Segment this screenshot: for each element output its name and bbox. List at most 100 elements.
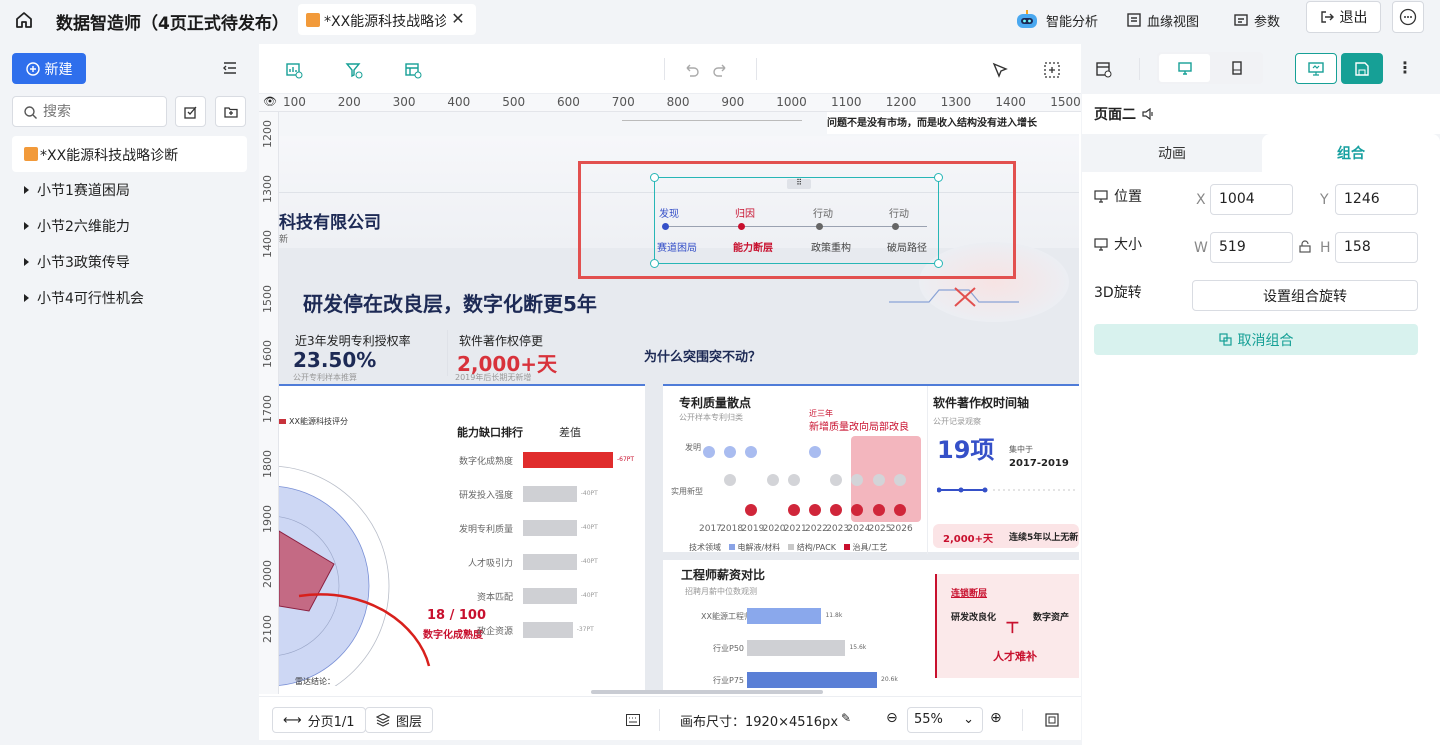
tab-group[interactable]: 组合 (1262, 134, 1440, 172)
software-concentrated: 集中于 (1009, 445, 1033, 454)
expand-arrow-icon[interactable] (24, 222, 29, 230)
tab-label: 组合 (1337, 146, 1365, 162)
kpi1-sub: 公开专利样本推算 (293, 373, 357, 382)
resize-handle[interactable] (650, 173, 659, 182)
keyboard-icon[interactable] (626, 714, 640, 726)
toolbar-divider (756, 58, 757, 80)
y-input[interactable]: 1246 (1335, 184, 1418, 215)
lock-ratio-icon[interactable] (1299, 240, 1311, 253)
x-label: X (1196, 192, 1206, 208)
expand-arrow-icon[interactable] (24, 258, 29, 266)
year-tick: 2026 (889, 524, 913, 534)
undo-icon[interactable] (682, 61, 700, 79)
document-tab[interactable]: *XX能源科技战略诊断 ✕ (298, 4, 476, 35)
save-button[interactable] (1341, 53, 1383, 84)
pagination-button[interactable]: ⟷ 分页1/1 (272, 707, 366, 733)
lineage-label: 血缘视图 (1147, 14, 1200, 30)
logout-button[interactable]: 退出 (1306, 1, 1381, 33)
expand-arrow-icon[interactable] (24, 294, 29, 302)
collapse-sidebar-icon[interactable] (222, 60, 238, 76)
decor-cross-icon (889, 287, 1019, 307)
banner-text: 连续5年以上无新 (1009, 533, 1079, 543)
lineage-button[interactable]: 血缘视图 (1127, 8, 1199, 32)
tab-animation[interactable]: 动画 (1082, 134, 1262, 172)
expand-arrow-icon[interactable] (24, 186, 29, 194)
gap-title: 能力缺口排行 (457, 426, 523, 439)
set-rotation-button[interactable]: 设置组合旋转 (1192, 280, 1418, 311)
more-menu-button[interactable] (1392, 1, 1424, 33)
scatter-point (745, 446, 758, 458)
add-filter-icon[interactable] (345, 61, 363, 79)
canvas-scrollbar[interactable] (591, 690, 823, 694)
patent-sub: 公开样本专利归类 (679, 413, 743, 422)
toolbar-divider (1139, 58, 1140, 80)
zoom-out-icon[interactable]: ⊖ (886, 710, 898, 726)
speaker-icon[interactable] (1142, 108, 1156, 120)
new-button[interactable]: 新建 (12, 53, 86, 84)
close-tab-icon[interactable]: ✕ (448, 9, 468, 29)
resize-handle[interactable] (934, 173, 943, 182)
drag-handle-icon[interactable]: ⠿ (787, 179, 811, 189)
tree-item-section1[interactable]: 小节1赛道困局 (24, 179, 130, 201)
gap-row-label: 人才吸引力 (468, 559, 514, 569)
selected-group[interactable]: ⠿ 发现 赛道困局 归因 能力断层 行动 政策重构 行动 破局路径 (650, 173, 943, 268)
chain-title: 连锁断层 (951, 589, 988, 599)
timeline-dot (892, 223, 899, 230)
gap-row-label: 研发投入强度 (459, 491, 514, 501)
params-label: 参数 (1254, 14, 1281, 30)
new-folder-button[interactable] (215, 96, 246, 127)
tree-root-item[interactable]: *XX能源科技战略诊断 (12, 136, 247, 172)
w-input[interactable]: 519 (1210, 232, 1293, 263)
batch-select-button[interactable] (175, 96, 206, 127)
resize-handle[interactable] (934, 259, 943, 268)
timeline-step-top: 行动 (813, 209, 833, 220)
gap-bar (523, 452, 613, 468)
resize-handle[interactable] (650, 259, 659, 268)
params-button[interactable]: 参数 (1234, 8, 1280, 32)
mobile-view-button[interactable] (1213, 54, 1261, 82)
home-icon[interactable] (14, 10, 34, 30)
device-toggle (1157, 52, 1263, 84)
ungroup-button[interactable]: 取消组合 (1094, 324, 1418, 355)
search-box[interactable] (12, 96, 167, 127)
tab-label: 动画 (1158, 146, 1186, 162)
radar-chart (279, 466, 431, 686)
add-chart-icon[interactable] (285, 61, 303, 79)
fit-screen-icon[interactable] (1045, 713, 1059, 727)
monitor-icon (1094, 237, 1108, 251)
patent-panel: 专利质量散点 公开样本专利归类 近三年 新增质量改向局部改良 发明 实用新型 2… (663, 384, 1079, 554)
salary-bar-value: 20.6k (881, 676, 898, 683)
add-table-icon[interactable] (404, 61, 422, 79)
kpi2-sub: 2019年后长期无新增 (455, 373, 532, 382)
brush-icon[interactable] (991, 61, 1009, 79)
tree-item-section3[interactable]: 小节3政策传导 (24, 251, 130, 273)
grid-select-icon[interactable] (1043, 61, 1061, 79)
radar-panel: XX能源科技评分 18 / 100 数字化成熟度 雷达结论： 能力缺口排行 差值… (279, 384, 645, 694)
ruler-tick-label: 2100 (261, 615, 274, 643)
zoom-select[interactable]: 55% ⌄ (907, 707, 983, 733)
ai-analysis-button[interactable]: 智能分析 (1014, 8, 1098, 32)
preview-button[interactable] (1295, 53, 1337, 84)
x-input[interactable]: 1004 (1210, 184, 1293, 215)
scatter-point (872, 504, 885, 516)
layout-settings-icon[interactable] (1095, 61, 1113, 79)
lineage-icon (1127, 13, 1141, 27)
search-input[interactable] (43, 103, 161, 121)
zoom-in-icon[interactable]: ⊕ (990, 710, 1002, 726)
salary-sub: 招聘月薪中位数观测 (685, 587, 757, 596)
ruler-tick-label: 600 (557, 95, 580, 109)
h-input[interactable]: 158 (1335, 232, 1418, 263)
preview-icon (1308, 61, 1324, 76)
more-vertical-icon[interactable]: ⋮ (1397, 58, 1413, 77)
tree-item-section2[interactable]: 小节2六维能力 (24, 215, 130, 237)
redo-icon[interactable] (712, 61, 730, 79)
tree-item-section4[interactable]: 小节4可行性机会 (24, 287, 144, 309)
year-tick: 2020 (762, 524, 786, 534)
panel-title: 页面二 (1094, 104, 1156, 124)
desktop-view-button[interactable] (1159, 54, 1210, 82)
ruler-tick-label: 300 (392, 95, 416, 109)
edit-canvas-size-icon[interactable]: ✎ (841, 711, 851, 725)
eye-icon[interactable]: 👁 (263, 95, 277, 108)
gap-bar-value: -40PT (580, 524, 598, 531)
layers-button[interactable]: 图层 (365, 707, 434, 733)
